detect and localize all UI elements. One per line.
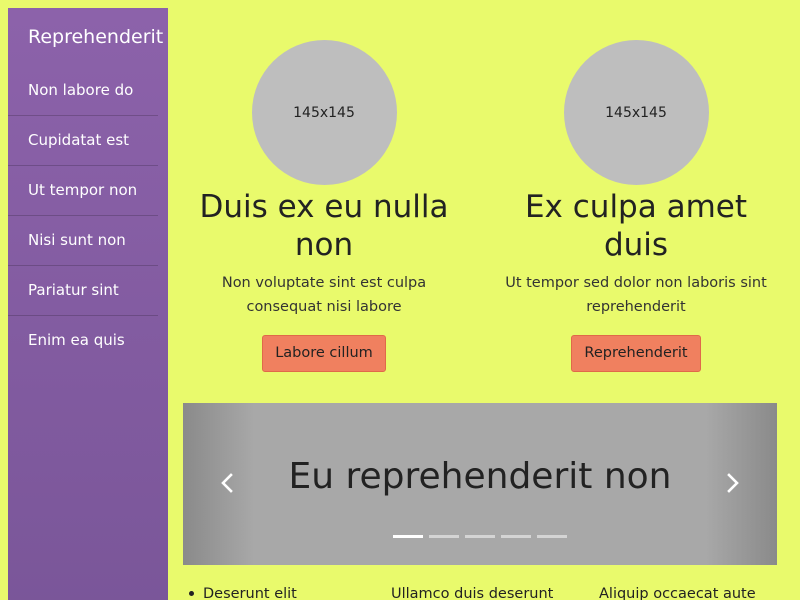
card-text: Non voluptate sint est culpa consequat n… bbox=[221, 275, 427, 315]
sidebar-item-nisi-sunt-non: Nisi sunt non bbox=[8, 216, 158, 266]
sidebar-link[interactable]: Cupidatat est bbox=[8, 116, 158, 165]
bullet-icon bbox=[189, 591, 194, 596]
card-text: Ut tempor sed dolor non laboris sint rep… bbox=[505, 275, 767, 315]
placeholder-size-label: 145x145 bbox=[605, 104, 667, 121]
carousel-caption: Eu reprehenderit non bbox=[288, 456, 672, 497]
reprehenderit-button[interactable]: Reprehenderit bbox=[571, 335, 701, 372]
sidebar-link[interactable]: Nisi sunt non bbox=[8, 216, 158, 265]
chevron-right-icon[interactable] bbox=[720, 471, 744, 495]
sidebar-item-cupidatat-est: Cupidatat est bbox=[8, 116, 158, 166]
sidebar-link[interactable]: Enim ea quis bbox=[8, 316, 158, 365]
sidebar-item-enim-ea-quis: Enim ea quis bbox=[8, 316, 158, 365]
sidebar-item-pariatur-sint: Pariatur sint bbox=[8, 266, 158, 316]
carousel-indicator[interactable] bbox=[393, 535, 423, 538]
placeholder-image: 145x145 bbox=[563, 40, 709, 185]
feature-card: 145x145 Duis ex eu nulla non Non volupta… bbox=[183, 40, 465, 372]
carousel-indicator[interactable] bbox=[501, 535, 531, 538]
sidebar-link[interactable]: Ut tempor non bbox=[8, 166, 158, 215]
column-text: Ullamco duis deserunt bbox=[391, 586, 554, 600]
sidebar: Reprehenderit Non labore do Cupidatat es… bbox=[8, 8, 168, 600]
list-item-text: Deserunt elit bbox=[203, 586, 297, 600]
sidebar-brand[interactable]: Reprehenderit bbox=[8, 8, 168, 66]
carousel: Eu reprehenderit non bbox=[183, 403, 777, 565]
list-item: Deserunt elit bbox=[189, 584, 297, 600]
carousel-indicator[interactable] bbox=[429, 535, 459, 538]
column-text: Aliquip occaecat aute bbox=[599, 586, 756, 600]
sidebar-link[interactable]: Pariatur sint bbox=[8, 266, 158, 315]
sidebar-item-non-labore-do: Non labore do bbox=[8, 66, 158, 116]
sidebar-item-ut-tempor-non: Ut tempor non bbox=[8, 166, 158, 216]
placeholder-size-label: 145x145 bbox=[293, 104, 355, 121]
carousel-indicator[interactable] bbox=[537, 535, 567, 538]
sidebar-link[interactable]: Non labore do bbox=[8, 66, 158, 115]
chevron-left-icon[interactable] bbox=[216, 471, 240, 495]
sidebar-nav: Non labore do Cupidatat est Ut tempor no… bbox=[8, 66, 168, 365]
feature-card: 145x145 Ex culpa amet duis Ut tempor sed… bbox=[495, 40, 777, 372]
carousel-indicator[interactable] bbox=[465, 535, 495, 538]
card-title: Ex culpa amet duis bbox=[524, 189, 748, 263]
placeholder-image: 145x145 bbox=[251, 40, 397, 185]
labore-cillum-button[interactable]: Labore cillum bbox=[262, 335, 386, 372]
card-title: Duis ex eu nulla non bbox=[199, 189, 449, 263]
carousel-indicators bbox=[183, 535, 777, 538]
